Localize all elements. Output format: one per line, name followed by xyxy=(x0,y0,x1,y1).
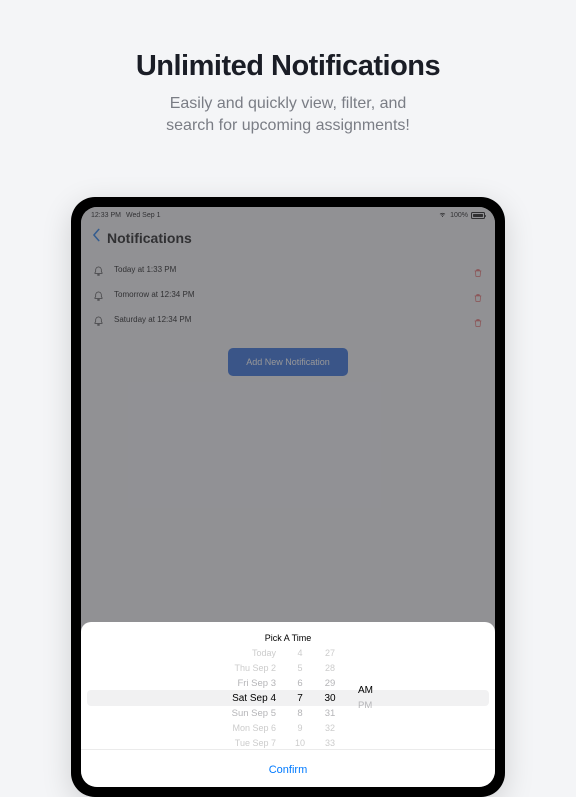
notification-label: Today at 1:33 PM xyxy=(114,265,463,274)
trash-icon[interactable] xyxy=(473,315,483,325)
notification-label: Tomorrow at 12:34 PM xyxy=(114,290,463,299)
battery-icon xyxy=(471,212,485,219)
page-title: Notifications xyxy=(107,230,192,246)
nav-header: Notifications xyxy=(81,222,495,257)
back-chevron-icon[interactable] xyxy=(91,228,101,247)
time-picker-sheet: Pick A Time Today Thu Sep 2 Fri Sep 3 Sa… xyxy=(81,622,495,787)
confirm-button[interactable]: Confirm xyxy=(269,764,308,776)
notification-label: Saturday at 12:34 PM xyxy=(114,315,463,324)
hero-title: Unlimited Notifications xyxy=(40,50,536,83)
time-picker[interactable]: Today Thu Sep 2 Fri Sep 3 Sat Sep 4 Sun … xyxy=(81,651,495,745)
picker-ampm-column[interactable]: AM PM xyxy=(346,651,390,745)
trash-icon[interactable] xyxy=(473,265,483,275)
picker-minute-column[interactable]: 27 28 29 30 31 32 33 xyxy=(314,651,346,745)
picker-date-column[interactable]: Today Thu Sep 2 Fri Sep 3 Sat Sep 4 Sun … xyxy=(186,651,286,745)
bell-icon xyxy=(93,264,104,275)
status-date: Wed Sep 1 xyxy=(126,212,161,219)
notification-list: Today at 1:33 PM Tomorrow at 12:34 PM Sa xyxy=(81,257,495,332)
notification-row[interactable]: Tomorrow at 12:34 PM xyxy=(91,282,485,307)
bell-icon xyxy=(93,314,104,325)
battery-pct: 100% xyxy=(450,212,468,219)
picker-hour-column[interactable]: 4 5 6 7 8 9 10 xyxy=(286,651,314,745)
hero-subtitle: Easily and quickly view, filter, and sea… xyxy=(40,93,536,138)
hero-section: Unlimited Notifications Easily and quick… xyxy=(0,0,576,168)
sheet-title: Pick A Time xyxy=(81,622,495,651)
wifi-icon xyxy=(438,211,447,220)
bell-icon xyxy=(93,289,104,300)
status-bar: 12:33 PM Wed Sep 1 100% xyxy=(81,207,495,222)
add-notification-button[interactable]: Add New Notification xyxy=(228,348,348,376)
ipad-screen: 12:33 PM Wed Sep 1 100% Notifications xyxy=(81,207,495,787)
ipad-frame: 12:33 PM Wed Sep 1 100% Notifications xyxy=(71,197,505,797)
status-time: 12:33 PM xyxy=(91,212,121,219)
notification-row[interactable]: Today at 1:33 PM xyxy=(91,257,485,282)
notification-row[interactable]: Saturday at 12:34 PM xyxy=(91,307,485,332)
trash-icon[interactable] xyxy=(473,290,483,300)
